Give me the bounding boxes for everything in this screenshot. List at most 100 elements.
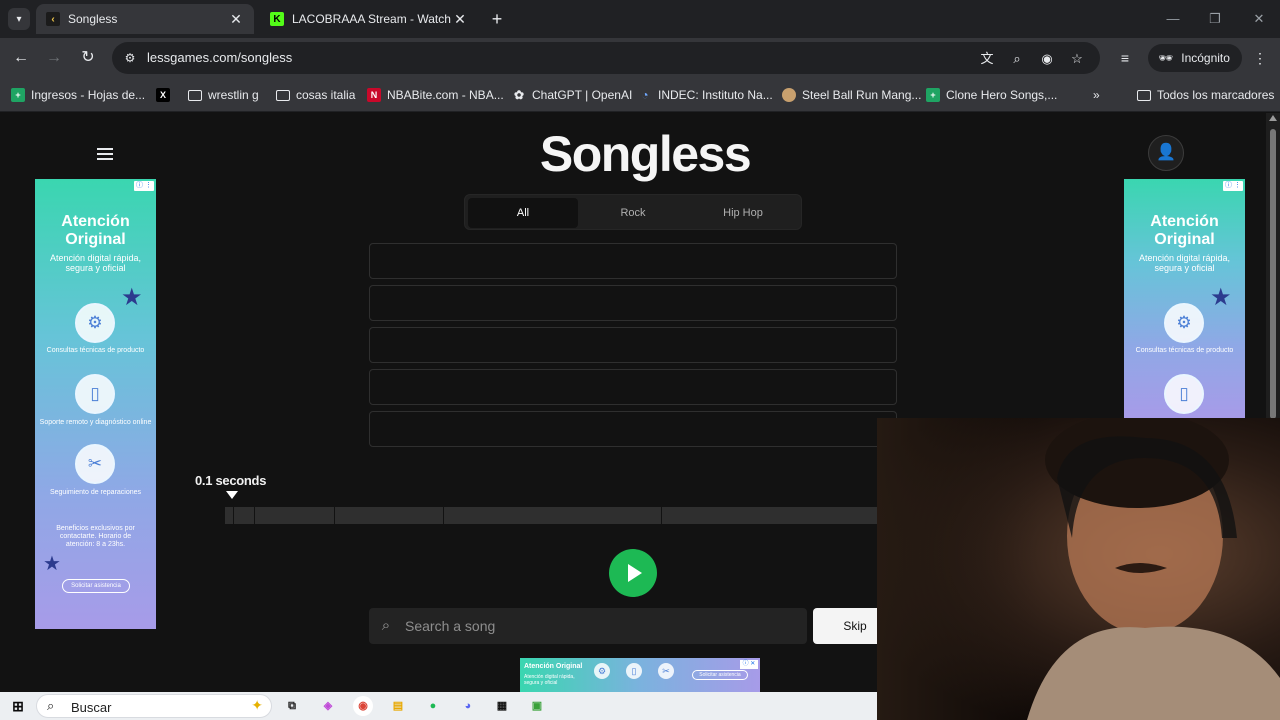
x-logo-icon: X — [156, 88, 170, 102]
media-control-icon[interactable]: ≡ — [1115, 48, 1135, 68]
ad-subtitle: Atención digital rápida, segura y oficia… — [1138, 253, 1231, 273]
folder-icon — [1137, 89, 1151, 101]
songless-favicon-icon: ‹ — [46, 12, 60, 26]
translate-icon[interactable]: 文 — [978, 50, 996, 68]
ad-cta-button[interactable]: Solicitar asistencia — [62, 579, 130, 593]
task-view-icon[interactable]: ⧉ — [282, 696, 302, 716]
chrome-icon[interactable]: ◉ — [353, 696, 373, 716]
genre-tab-all[interactable]: All — [468, 198, 578, 228]
incognito-indicator[interactable]: 🕶 Incógnito — [1148, 44, 1242, 72]
ad-choices-icon[interactable]: ⓘ ✕ — [740, 660, 758, 669]
play-button[interactable] — [609, 549, 657, 597]
kebab-menu-icon[interactable]: ⋮ — [1250, 48, 1270, 68]
bottom-ad-banner[interactable]: Atención Original Atención digital rápid… — [520, 658, 760, 692]
nba-logo-icon: N — [367, 88, 381, 102]
right-ad-banner[interactable]: ⓘ ⋮ Atención Original Atención digital r… — [1124, 179, 1245, 418]
ad-subtitle: Atención digital rápida, segura y oficia… — [524, 674, 575, 686]
tab-kick-stream[interactable]: K LACOBRAAA Stream - Watch Li ✕ — [260, 4, 478, 34]
incognito-icon: 🕶 — [1158, 51, 1174, 65]
window-close-icon[interactable]: ✕ — [1248, 8, 1270, 30]
phone-icon: ▯ — [1164, 374, 1204, 414]
folder-icon — [276, 89, 290, 101]
tools-icon: ✂ — [658, 663, 674, 679]
ad-caption: Consultas técnicas de producto — [46, 347, 145, 354]
track-segment-divider — [661, 507, 662, 524]
bookmark-label: NBABite.com - NBA... — [387, 88, 504, 102]
spotify-icon[interactable]: ● — [423, 696, 443, 716]
more-bookmarks-chevron-icon[interactable]: » — [1093, 86, 1100, 104]
copilot-icon[interactable]: ◈ — [318, 696, 338, 716]
phone-icon: ▯ — [75, 374, 115, 414]
guess-slot-1 — [369, 243, 897, 279]
bookmark-all-bookmarks[interactable]: Todos los marcadores — [1137, 86, 1274, 104]
windows-taskbar: ⊞ ⌕ Buscar ✦ ⧉ ◈ ◉ ▤ ● ◕ ▦ ▣ — [0, 692, 877, 720]
bookmark-x[interactable]: X — [156, 86, 170, 104]
close-tab-icon[interactable]: ✕ — [452, 11, 468, 28]
sheets-icon: + — [11, 88, 25, 102]
tab-search-chevron-icon[interactable]: ▾ — [8, 8, 30, 30]
ad-caption: Seguimiento de reparaciones — [49, 489, 142, 496]
hamburger-menu-icon[interactable] — [97, 148, 113, 160]
search-icon: ⌕ — [47, 698, 55, 713]
zoom-icon[interactable]: ⌕ — [1008, 50, 1026, 68]
incognito-label: Incógnito — [1181, 51, 1230, 65]
genre-tab-rock[interactable]: Rock — [578, 198, 688, 228]
forward-arrow-icon[interactable]: → — [43, 47, 65, 69]
new-tab-plus-icon[interactable]: + — [486, 8, 508, 30]
taskbar-search[interactable]: ⌕ Buscar ✦ — [36, 694, 272, 718]
bookmark-label: Steel Ball Run Mang... — [802, 88, 922, 102]
url-text[interactable]: lessgames.com/songless — [147, 50, 292, 65]
bookmark-label: ChatGPT | OpenAI — [532, 88, 633, 102]
bookmark-clone-hero[interactable]: + Clone Hero Songs,... — [926, 86, 1057, 104]
indec-logo-icon: ◔ — [641, 88, 649, 102]
site-info-icon[interactable]: ⚙ — [122, 50, 138, 66]
guess-slot-3 — [369, 327, 897, 363]
user-account-icon[interactable]: 👤 — [1148, 135, 1184, 171]
openai-logo-icon: ✿ — [513, 88, 525, 102]
restore-icon[interactable]: ❐ — [1204, 8, 1226, 30]
bookmark-indec[interactable]: ◔ INDEC: Instituto Na... — [638, 86, 773, 104]
clip-progress-track — [225, 507, 885, 524]
scrollbar-thumb[interactable] — [1270, 129, 1276, 419]
discord-icon[interactable]: ◕ — [458, 696, 478, 716]
ad-title: Atención Original — [1150, 213, 1219, 248]
tab-strip: ▾ ‹ Songless ✕ K LACOBRAAA Stream - Watc… — [0, 0, 1280, 38]
windows-start-icon[interactable]: ⊞ — [8, 696, 28, 716]
bookmark-nbabite[interactable]: N NBABite.com - NBA... — [367, 86, 504, 104]
ad-choices-icon[interactable]: ⓘ ⋮ — [1223, 181, 1243, 191]
scroll-up-arrow-icon[interactable] — [1269, 115, 1277, 121]
genre-selector: All Rock Hip Hop — [464, 194, 802, 230]
close-tab-icon[interactable]: ✕ — [228, 11, 244, 28]
bookmark-chatgpt[interactable]: ✿ ChatGPT | OpenAI — [512, 86, 632, 104]
left-ad-banner[interactable]: ⓘ ⋮ Atención Original Atención digital r… — [35, 179, 156, 629]
obs-icon[interactable]: ▦ — [492, 696, 512, 716]
track-segment-divider — [254, 507, 255, 524]
app-icon[interactable]: ▣ — [527, 696, 547, 716]
bookmark-folder-wrestling[interactable]: wrestlin g — [188, 86, 259, 104]
back-arrow-icon[interactable]: ← — [10, 47, 32, 69]
song-search-input[interactable] — [405, 608, 795, 644]
bookmark-label: wrestlin g — [208, 88, 259, 102]
minimize-icon[interactable]: — — [1162, 8, 1184, 30]
bookmark-folder-cosas-italia[interactable]: cosas italia — [276, 86, 355, 104]
bookmark-label: Clone Hero Songs,... — [946, 88, 1058, 102]
bookmark-star-icon[interactable]: ☆ — [1068, 50, 1086, 68]
folder-icon — [188, 89, 202, 101]
tab-songless[interactable]: ‹ Songless ✕ — [36, 4, 254, 34]
browser-toolbar: ← → ↻ ⚙ lessgames.com/songless 文 ⌕ ◉ ☆ ≡… — [0, 38, 1280, 78]
file-explorer-icon[interactable]: ▤ — [388, 696, 408, 716]
bookmark-label: Ingresos - Hojas de... — [31, 88, 146, 102]
ad-choices-icon[interactable]: ⓘ ⋮ — [134, 181, 154, 191]
clip-duration-label: 0.1 seconds — [195, 473, 267, 488]
ad-caption: Soporte remoto y diagnóstico online — [39, 419, 152, 426]
bookmark-label: INDEC: Instituto Na... — [658, 88, 773, 102]
bookmark-steel-ball-run[interactable]: Steel Ball Run Mang... — [782, 86, 921, 104]
phone-icon: ▯ — [626, 663, 642, 679]
address-bar[interactable]: ⚙ lessgames.com/songless 文 ⌕ ◉ ☆ — [112, 42, 1100, 74]
reload-icon[interactable]: ↻ — [77, 47, 99, 69]
bookmark-ingresos[interactable]: + Ingresos - Hojas de... — [11, 86, 145, 104]
tracking-eye-off-icon[interactable]: ◉ — [1038, 50, 1056, 68]
genre-tab-hip-hop[interactable]: Hip Hop — [688, 198, 798, 228]
guess-slot-2 — [369, 285, 897, 321]
ad-cta-button[interactable]: Solicitar asistencia — [692, 670, 748, 680]
